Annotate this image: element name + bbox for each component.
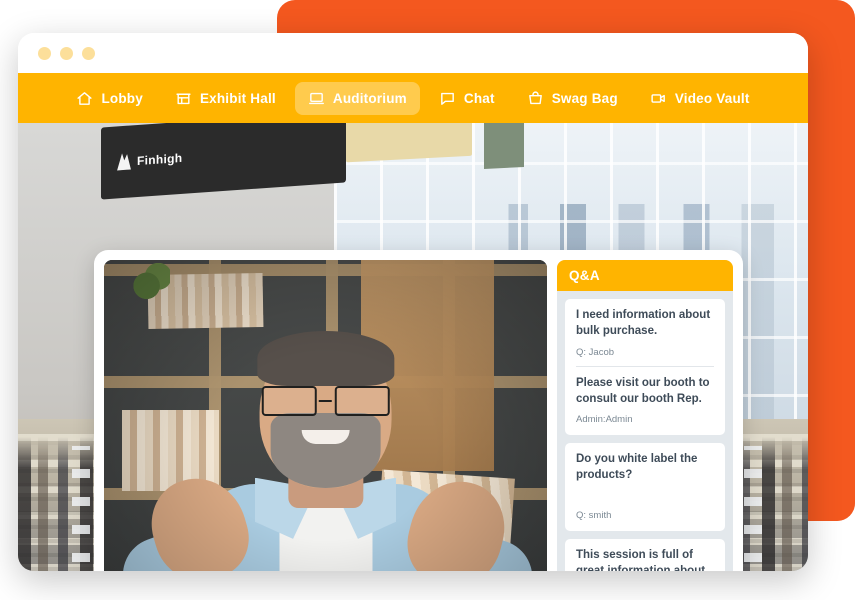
- brand-logo-icon: [117, 152, 131, 170]
- qa-question-text: Do you white label the products?: [576, 453, 698, 482]
- nav-item-chat[interactable]: Chat: [426, 82, 508, 115]
- traffic-light-minimize-icon[interactable]: [60, 46, 73, 60]
- qa-list[interactable]: I need information about bulk purchase. …: [557, 291, 733, 571]
- nav-item-exhibit-hall[interactable]: Exhibit Hall: [162, 82, 289, 115]
- nav-item-label: Chat: [463, 90, 495, 106]
- qa-card[interactable]: I need information about bulk purchase. …: [565, 299, 725, 436]
- nav-item-video-vault[interactable]: Video Vault: [637, 82, 763, 115]
- qa-author-label: Q: Jacob: [576, 346, 615, 358]
- qa-panel-title: Q&A: [557, 260, 733, 291]
- nav-item-label: Video Vault: [674, 90, 750, 106]
- stage-board: [484, 123, 524, 169]
- qa-question-text: This session is full of great informatio…: [576, 549, 705, 571]
- qa-question-text: I need information about bulk purchase.: [576, 309, 711, 337]
- screenshot-root: Lobby Exhibit Hall Auditorium Chat Swag …: [0, 0, 860, 600]
- qa-panel: Q&A I need information about bulk purcha…: [557, 260, 733, 571]
- qa-entry: Please visit our booth to consult our bo…: [576, 365, 714, 426]
- window-titlebar: [18, 33, 808, 73]
- qa-author-label: Admin:Admin: [576, 414, 633, 426]
- shopping-bag-icon: [527, 90, 544, 107]
- session-content-card: Q&A I need information about bulk purcha…: [94, 250, 743, 571]
- qa-author-label: Q: smith: [576, 510, 612, 522]
- qa-entry: I need information about bulk purchase. …: [576, 308, 714, 358]
- qa-card[interactable]: Do you white label the products? Q: smit…: [565, 443, 725, 532]
- traffic-light-maximize-icon[interactable]: [82, 46, 95, 60]
- qa-entry: Do you white label the products? Q: smit…: [576, 452, 714, 521]
- qa-entry: This session is full of great informatio…: [576, 548, 714, 571]
- nav-item-label: Lobby: [101, 90, 143, 106]
- nav-item-label: Swag Bag: [551, 90, 618, 106]
- stage-easel: [345, 123, 473, 163]
- nav-item-label: Exhibit Hall: [199, 90, 276, 106]
- browser-window: Lobby Exhibit Hall Auditorium Chat Swag …: [18, 33, 808, 571]
- slide-logo-text: Finhigh: [136, 150, 183, 168]
- video-player[interactable]: [104, 260, 547, 571]
- nav-item-label: Auditorium: [332, 90, 407, 106]
- home-icon: [76, 90, 93, 107]
- laptop-icon: [308, 90, 325, 107]
- nav-item-lobby[interactable]: Lobby: [63, 82, 156, 115]
- traffic-light-close-icon[interactable]: [38, 46, 51, 60]
- qa-card[interactable]: This session is full of great informatio…: [565, 539, 725, 571]
- auditorium-stage: Finhigh Q&A I need information about bul…: [18, 123, 808, 571]
- nav-item-auditorium[interactable]: Auditorium: [294, 81, 420, 115]
- qa-answer-text: Please visit our booth to consult our bo…: [576, 376, 710, 405]
- video-camera-icon: [650, 90, 667, 107]
- nav-item-swag-bag[interactable]: Swag Bag: [514, 82, 631, 115]
- main-navigation: Lobby Exhibit Hall Auditorium Chat Swag …: [18, 73, 808, 123]
- storefront-icon: [175, 90, 192, 107]
- chat-bubble-icon: [439, 90, 456, 107]
